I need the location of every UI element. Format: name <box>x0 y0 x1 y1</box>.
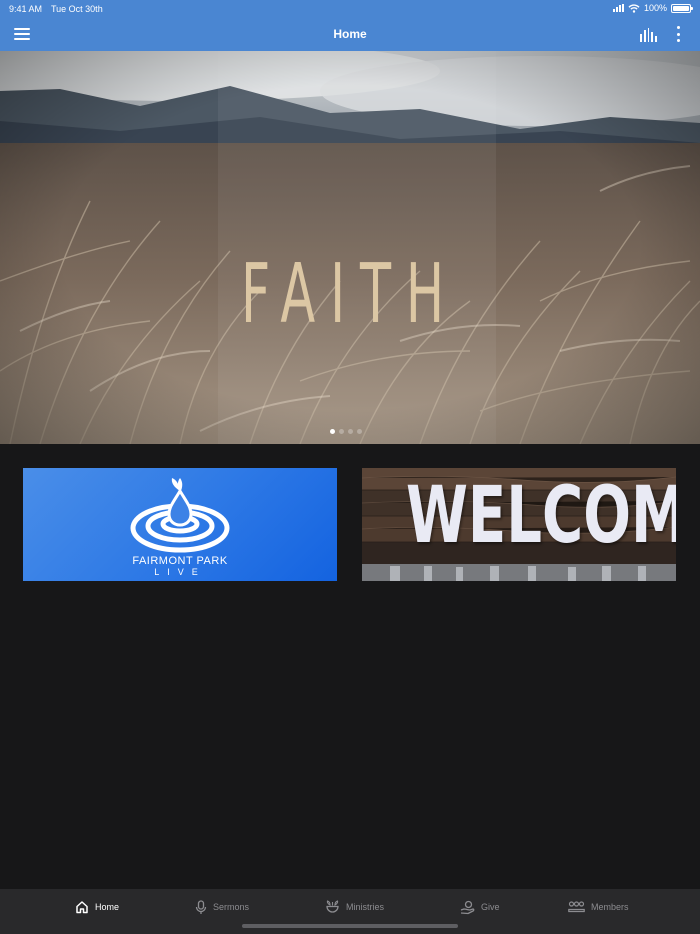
wifi-icon <box>628 3 640 13</box>
water-drop-logo-icon <box>130 478 230 553</box>
members-icon <box>568 901 585 913</box>
carousel-dot[interactable] <box>357 429 362 434</box>
tab-ministries[interactable]: Ministries <box>325 899 384 915</box>
hero-banner[interactable]: FAITH <box>0 51 700 444</box>
cellular-signal-icon <box>612 4 624 12</box>
tab-label-home: Home <box>95 902 120 912</box>
tab-sermons[interactable]: Sermons <box>195 899 249 915</box>
carousel-dot[interactable] <box>339 429 344 434</box>
tab-label-give: Give <box>481 902 500 912</box>
audio-bars-icon[interactable] <box>640 28 657 42</box>
welcome-sign-label: WELCOME <box>405 471 676 561</box>
microphone-icon <box>195 899 207 914</box>
status-indicators: 100% <box>612 3 693 13</box>
battery-icon <box>671 3 693 13</box>
tab-label-ministries: Ministries <box>346 902 385 912</box>
tab-home[interactable]: Home <box>75 899 119 915</box>
carousel-indicator[interactable] <box>330 429 362 434</box>
status-date: Tue Oct 30th <box>51 4 103 14</box>
app-bar: Home <box>0 18 700 51</box>
give-icon <box>460 900 475 914</box>
page-title: Home <box>333 27 367 41</box>
more-vertical-icon[interactable] <box>674 26 682 42</box>
home-icon <box>76 901 88 914</box>
tab-members[interactable]: Members <box>568 899 629 915</box>
brand-name: FAIRMONT PARK <box>132 555 228 567</box>
status-bar: 9:41 AM Tue Oct 30th 100% <box>0 0 700 18</box>
fairmont-park-live-card[interactable]: FAIRMONT PARK LIVE <box>23 468 337 581</box>
carousel-dot[interactable] <box>348 429 353 434</box>
banner-title: FAITH <box>240 247 460 342</box>
battery-percent: 100% <box>643 3 667 13</box>
tab-give[interactable]: Give <box>460 899 500 915</box>
home-indicator[interactable] <box>242 924 458 928</box>
welcome-card[interactable]: WELCOME <box>362 468 676 581</box>
brand-subtitle: LIVE <box>154 567 206 577</box>
status-time: 9:41 AM <box>9 4 43 14</box>
carousel-dot[interactable] <box>330 429 335 434</box>
tab-label-sermons: Sermons <box>213 902 250 912</box>
ministries-icon <box>326 900 339 913</box>
tab-label-members: Members <box>591 902 629 912</box>
